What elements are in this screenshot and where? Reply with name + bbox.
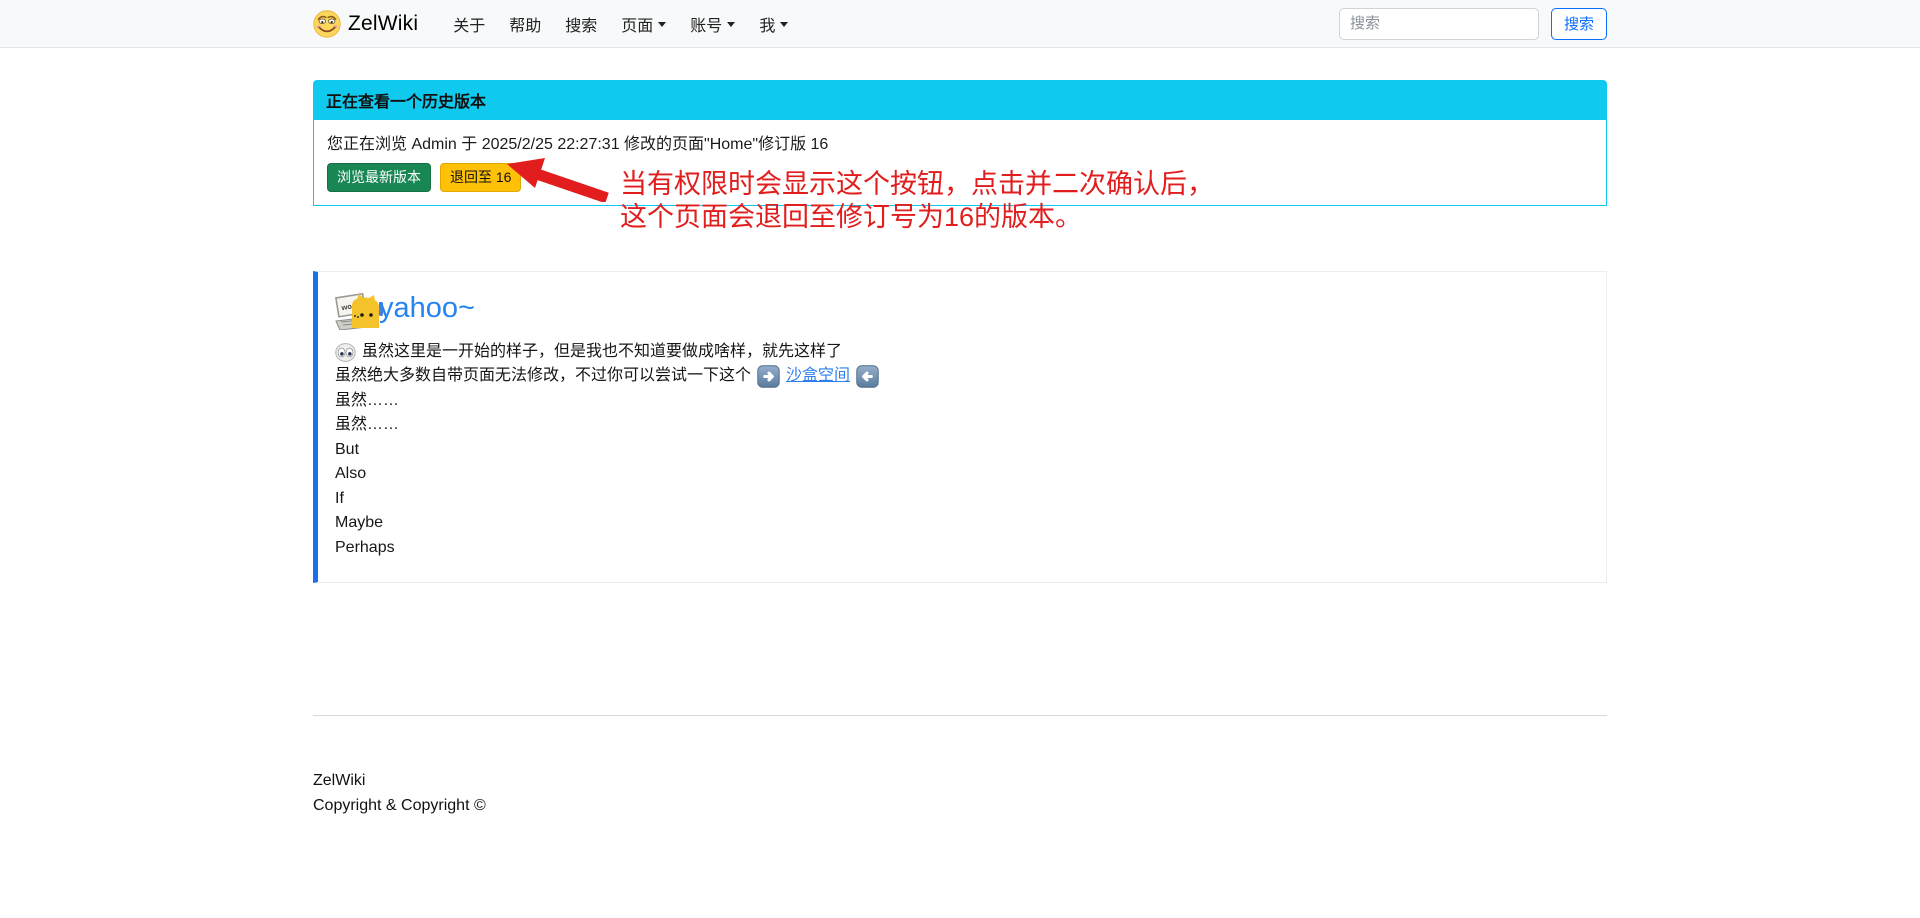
history-actions: 浏览最新版本 退回至 16	[327, 163, 1593, 192]
left-arrow-emoji-icon	[856, 365, 879, 388]
search-input[interactable]	[1339, 8, 1539, 40]
sandbox-link[interactable]: 沙盒空间	[786, 364, 850, 389]
nav-dropdown-pages[interactable]: 页面	[612, 6, 675, 42]
footer: ZelWiki Copyright & Copyright ©	[313, 768, 1607, 918]
page-title-text: yahoo~	[379, 292, 475, 325]
content-line: But	[335, 438, 1586, 463]
nav-item-search[interactable]: 搜索	[556, 6, 606, 42]
sandbox-prefix-text: 虽然绝大多数自带页面无法修改，不过你可以尝试一下这个	[335, 364, 751, 389]
history-info-text: 您正在浏览 Admin 于 2025/2/25 22:27:31 修改的页面"H…	[327, 130, 1593, 154]
history-panel-body: 您正在浏览 Admin 于 2025/2/25 22:27:31 修改的页面"H…	[313, 120, 1607, 206]
content-line: Maybe	[335, 511, 1586, 536]
chevron-down-icon	[780, 22, 788, 27]
brand-link[interactable]: ZelWiki	[313, 10, 418, 38]
history-version-panel: 正在查看一个历史版本 您正在浏览 Admin 于 2025/2/25 22:27…	[313, 80, 1607, 206]
brand-title: ZelWiki	[348, 12, 418, 36]
content-line: Also	[335, 462, 1586, 487]
view-latest-version-button[interactable]: 浏览最新版本	[327, 163, 431, 192]
page-content: 虽然这里是一开始的样子，但是我也不知道要做成啥样，就先这样了 虽然绝大多数自带页…	[335, 340, 1586, 561]
content-line: If	[335, 487, 1586, 512]
content-intro-text: 虽然这里是一开始的样子，但是我也不知道要做成啥样，就先这样了	[362, 340, 842, 365]
nav-item-help[interactable]: 帮助	[500, 6, 550, 42]
content-line-sandbox: 虽然绝大多数自带页面无法修改，不过你可以尝试一下这个 沙盒空间	[335, 364, 1586, 389]
wiki-page-card: wo yahoo~	[313, 271, 1607, 584]
nav-menu: 关于 帮助 搜索 页面 账号 我	[444, 6, 797, 42]
nav-dropdown-account[interactable]: 账号	[681, 6, 744, 42]
annotation-line-2: 这个页面会退回至修订号为16的版本。	[620, 201, 1214, 234]
content-line: Perhaps	[335, 536, 1586, 561]
footer-divider	[313, 715, 1607, 716]
huaji-smiley-logo-icon	[313, 10, 341, 38]
chevron-down-icon	[727, 22, 735, 27]
footer-copyright: Copyright & Copyright ©	[313, 793, 1607, 818]
cat-typing-laptop-icon: wo	[335, 288, 383, 330]
footer-site-name: ZelWiki	[313, 768, 1607, 793]
history-panel-title: 正在查看一个历史版本	[313, 80, 1607, 120]
search-button[interactable]: 搜索	[1551, 8, 1607, 40]
navbar-search-form: 搜索	[1339, 8, 1607, 40]
eyes-emoji-icon	[335, 343, 356, 362]
top-navbar: ZelWiki 关于 帮助 搜索 页面 账号 我 搜索	[0, 0, 1920, 48]
svg-text:wo: wo	[340, 301, 353, 312]
nav-dropdown-me[interactable]: 我	[750, 6, 797, 42]
right-arrow-emoji-icon	[757, 365, 780, 388]
page-title: wo yahoo~	[335, 288, 1586, 330]
chevron-down-icon	[658, 22, 666, 27]
nav-item-about[interactable]: 关于	[444, 6, 494, 42]
content-line: 虽然……	[335, 389, 1586, 414]
revert-to-revision-button[interactable]: 退回至 16	[440, 163, 521, 192]
content-line: 虽然……	[335, 413, 1586, 438]
content-line: 虽然这里是一开始的样子，但是我也不知道要做成啥样，就先这样了	[335, 340, 1586, 365]
